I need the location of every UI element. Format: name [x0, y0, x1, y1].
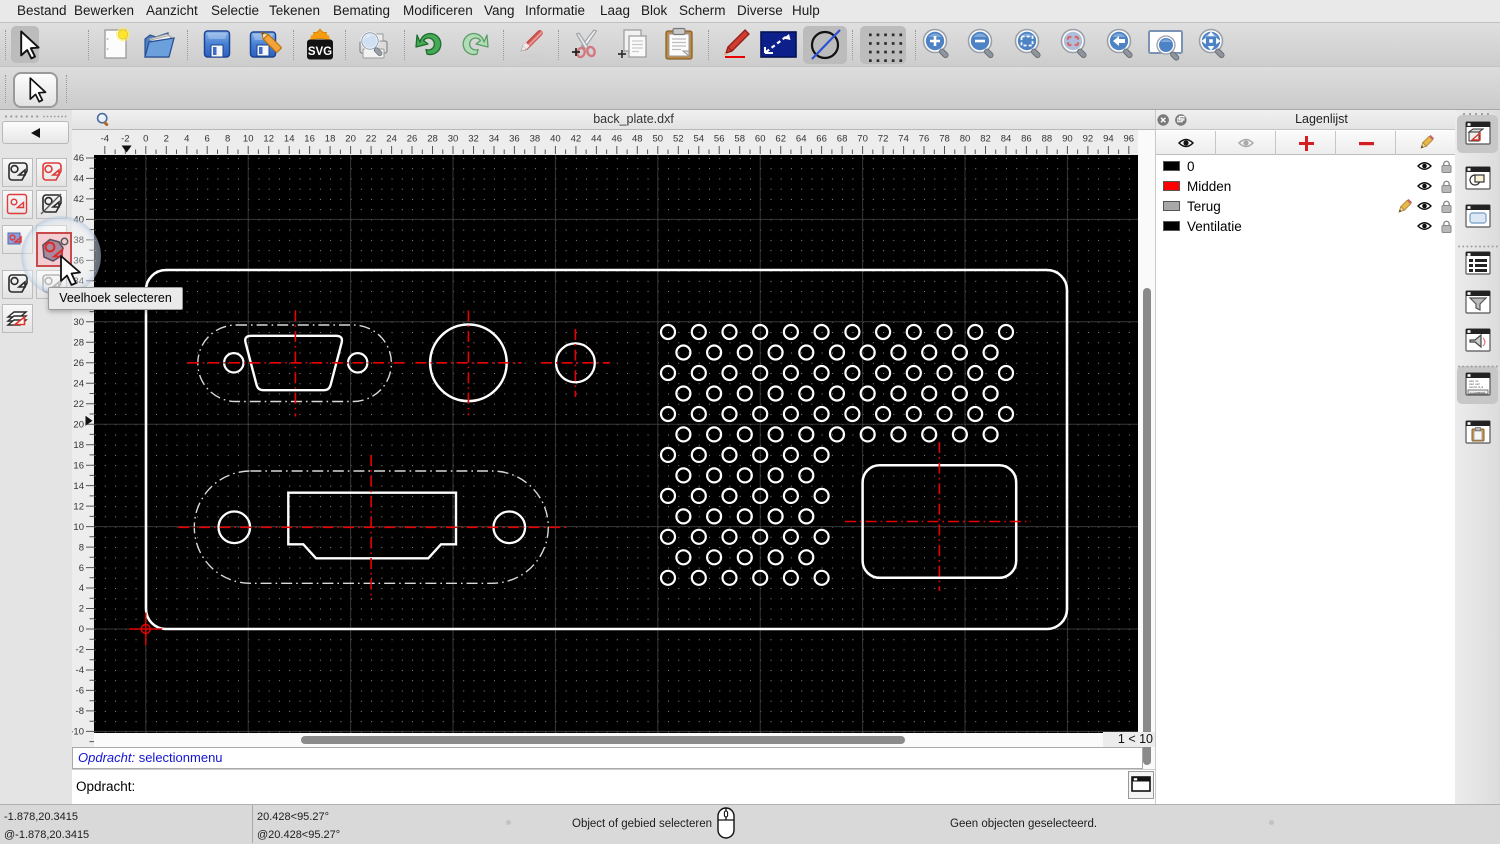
svg-text:38: 38	[530, 134, 541, 145]
svg-text:96: 96	[1124, 134, 1135, 145]
svg-text:4: 4	[184, 134, 189, 145]
svg-text:24: 24	[73, 378, 84, 389]
svg-text:48: 48	[632, 134, 643, 145]
svg-text:20: 20	[345, 134, 356, 145]
svg-text:42: 42	[571, 134, 582, 145]
svg-text:2: 2	[79, 604, 84, 615]
svg-text:12: 12	[263, 134, 274, 145]
svg-text:10: 10	[243, 134, 254, 145]
svg-text:70: 70	[857, 134, 868, 145]
svg-text:66: 66	[816, 134, 827, 145]
svg-text:22: 22	[73, 399, 84, 410]
svg-text:-8: -8	[76, 706, 84, 717]
svg-text:36: 36	[509, 134, 520, 145]
svg-text:0: 0	[143, 134, 148, 145]
svg-text:-10: -10	[72, 727, 84, 738]
svg-text:80: 80	[960, 134, 971, 145]
svg-text:76: 76	[919, 134, 930, 145]
svg-text:60: 60	[755, 134, 766, 145]
svg-text:88: 88	[1042, 134, 1053, 145]
svg-text:86: 86	[1021, 134, 1032, 145]
svg-text:16: 16	[73, 460, 84, 471]
svg-text:coord 0,0: coord 0,0	[1469, 385, 1483, 389]
svg-text:22: 22	[366, 134, 377, 145]
svg-text:46: 46	[73, 153, 84, 164]
svg-text:44: 44	[73, 174, 84, 185]
svg-text:8: 8	[225, 134, 230, 145]
svg-text:54: 54	[694, 134, 705, 145]
svg-text:74: 74	[898, 134, 909, 145]
svg-text:26: 26	[73, 358, 84, 369]
svg-text:18: 18	[73, 440, 84, 451]
svg-text:SVG: SVG	[308, 46, 332, 58]
svg-text:20: 20	[73, 419, 84, 430]
svg-text:30: 30	[73, 317, 84, 328]
svg-text:78: 78	[939, 134, 950, 145]
svg-text:46: 46	[612, 134, 623, 145]
svg-text:82: 82	[980, 134, 991, 145]
svg-text:4: 4	[79, 583, 84, 594]
svg-text:6: 6	[79, 563, 84, 574]
svg-text:18: 18	[325, 134, 336, 145]
svg-text:44: 44	[591, 134, 602, 145]
svg-text:16: 16	[304, 134, 315, 145]
svg-text:2: 2	[164, 134, 169, 145]
svg-text:34: 34	[489, 134, 500, 145]
svg-text:92: 92	[1083, 134, 1094, 145]
svg-text:42: 42	[73, 194, 84, 205]
svg-text:-4: -4	[76, 665, 84, 676]
svg-text:94: 94	[1103, 134, 1114, 145]
svg-text:-6: -6	[76, 686, 84, 697]
svg-text:-2: -2	[76, 645, 84, 656]
svg-text:68: 68	[837, 134, 848, 145]
svg-text:14: 14	[73, 481, 84, 492]
svg-text:10: 10	[73, 522, 84, 533]
svg-text:72: 72	[878, 134, 889, 145]
svg-text:0: 0	[79, 624, 84, 635]
svg-text:-2: -2	[121, 134, 129, 145]
svg-text:62: 62	[775, 134, 786, 145]
svg-text:64: 64	[796, 134, 807, 145]
svg-text:58: 58	[734, 134, 745, 145]
svg-text:6: 6	[205, 134, 210, 145]
svg-text:90: 90	[1062, 134, 1073, 145]
svg-text:26: 26	[407, 134, 418, 145]
svg-text:40: 40	[550, 134, 561, 145]
svg-text:c:command: c:command	[1470, 390, 1485, 394]
svg-text:50: 50	[653, 134, 664, 145]
svg-text:52: 52	[673, 134, 684, 145]
svg-text:28: 28	[73, 338, 84, 349]
svg-text:32: 32	[468, 134, 479, 145]
svg-text:12: 12	[73, 501, 84, 512]
svg-text:24: 24	[386, 134, 397, 145]
svg-text:56: 56	[714, 134, 725, 145]
svg-text:-4: -4	[101, 134, 109, 145]
svg-text:14: 14	[284, 134, 295, 145]
svg-text:30: 30	[448, 134, 459, 145]
svg-text:8: 8	[79, 542, 84, 553]
svg-text:28: 28	[427, 134, 438, 145]
svg-text:84: 84	[1001, 134, 1012, 145]
